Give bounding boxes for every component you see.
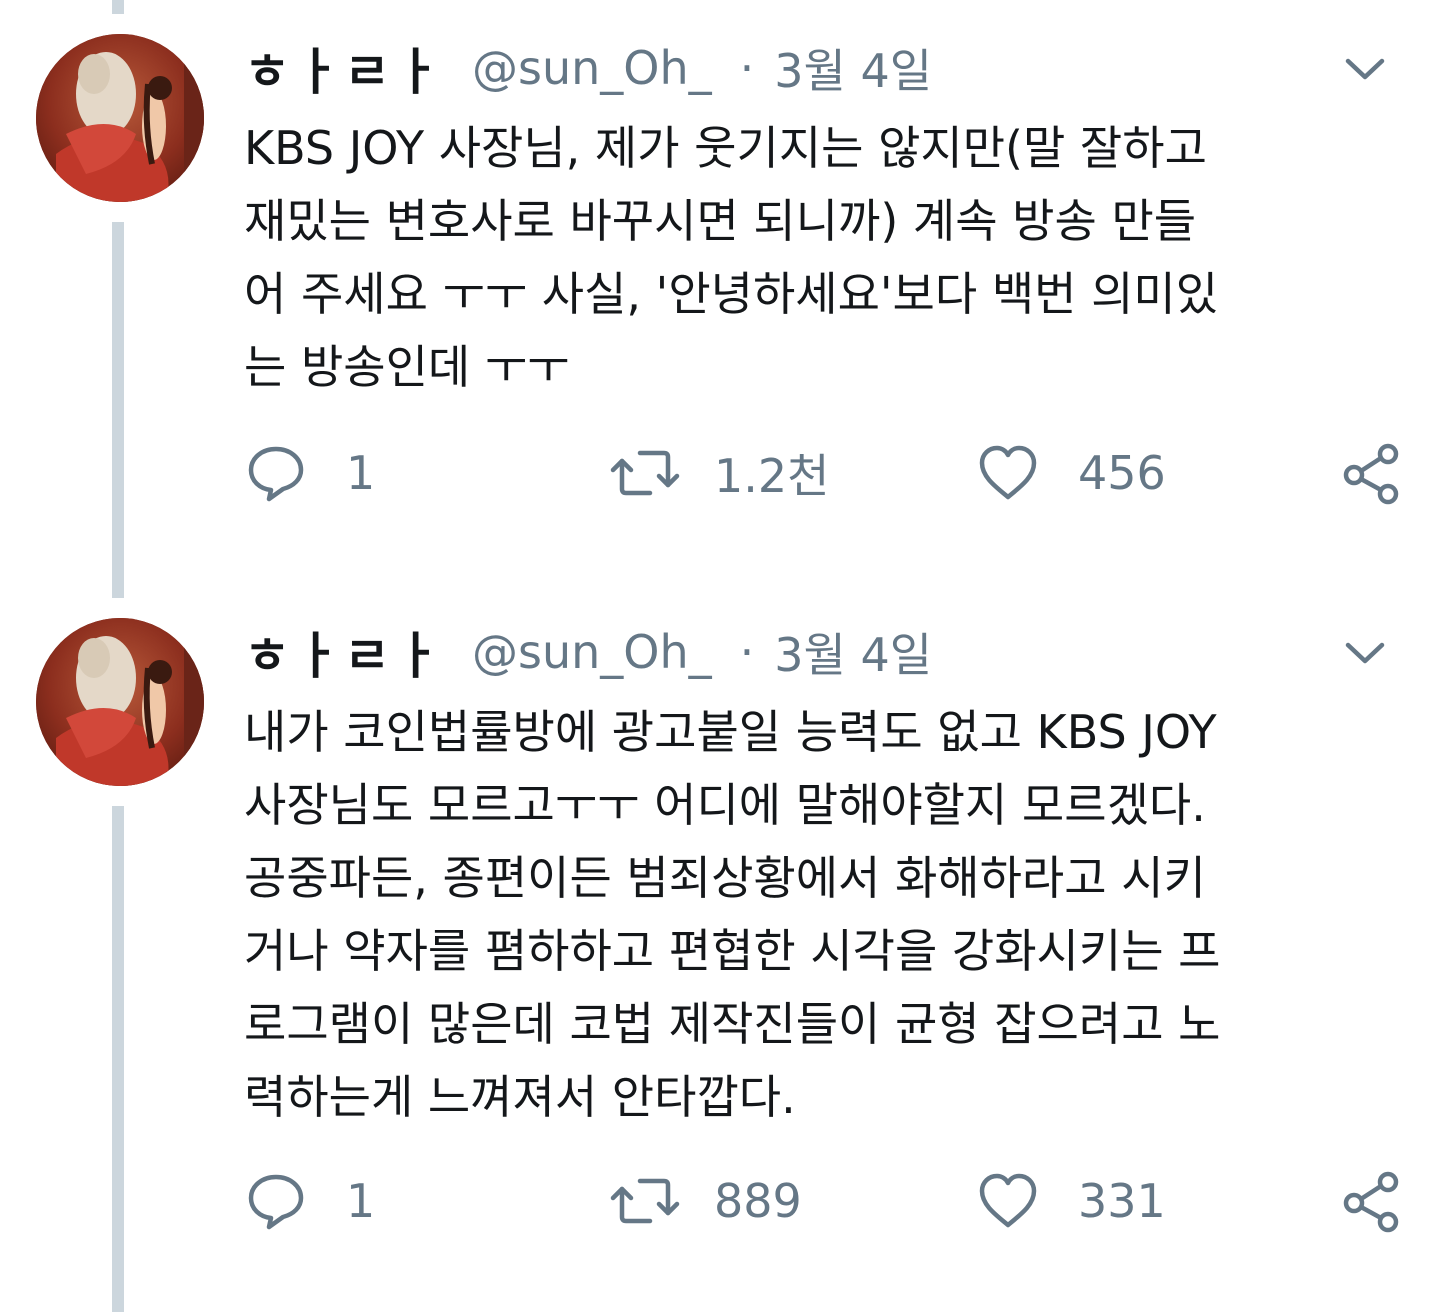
tweet-text-line: 내가 코인법률방에 광고붙일 능력도 없고 KBS JOY [244,705,1217,759]
retweet-icon [610,1178,680,1224]
reply-icon [248,1174,304,1230]
tweet-date[interactable]: 3월 4일 [774,35,932,101]
tweet-text-line: KBS JOY 사장님, 제가 웃기지는 않지만(말 잘하고 [244,121,1207,175]
tweet-text: 내가 코인법률방에 광고붙일 능력도 없고 KBS JOY 사장님도 모르고ㅜㅜ… [244,696,1414,1134]
reply-button[interactable]: 1 [244,438,375,508]
avatar-image [36,618,204,786]
chevron-down-icon[interactable] [1342,630,1388,676]
reply-icon [248,446,304,502]
tweet-text-line: 력하는게 느껴져서 안타깝다. [244,1070,796,1124]
retweet-button[interactable]: 1.2천 [610,438,829,508]
tweet: ㅎㅏㄹㅏ @sun_Oh_ · 3월 4일 내가 코인법률방에 광고붙일 능력도… [0,600,1440,1312]
avatar[interactable] [36,34,204,202]
avatar[interactable] [36,618,204,786]
avatar-image [36,34,204,202]
tweet-text-line: 어 주세요 ㅜㅜ 사실, '안녕하세요'보다 백번 의미있 [244,267,1219,321]
tweet-actions: 1 1.2천 456 [244,438,1404,508]
like-count: 331 [1078,1174,1166,1228]
tweet-header: ㅎㅏㄹㅏ @sun_Oh_ · 3월 4일 [244,612,932,692]
like-button[interactable]: 456 [976,438,1166,508]
user-handle[interactable]: @sun_Oh_ [472,41,712,95]
separator-dot: · [739,41,755,95]
like-icon [979,1173,1037,1228]
share-button[interactable] [1340,438,1404,508]
retweet-button[interactable]: 889 [610,1166,802,1236]
retweet-count: 1.2천 [714,449,830,503]
like-count: 456 [1078,446,1166,500]
tweet-text-line: 공중파든, 종편이든 범죄상황에서 화해하라고 시키 [244,851,1206,905]
display-name[interactable]: ㅎㅏㄹㅏ [244,616,444,688]
tweet-text-line: 는 방송인데 ㅜㅜ [244,340,570,394]
separator-dot: · [739,625,755,679]
reply-count: 1 [346,446,376,500]
share-button[interactable] [1340,1166,1404,1236]
reply-count: 1 [346,1174,376,1228]
like-icon [979,445,1037,500]
retweet-count: 889 [714,1174,802,1228]
like-button[interactable]: 331 [976,1166,1166,1236]
tweet-date[interactable]: 3월 4일 [774,619,932,685]
tweet-text-line: 거나 약자를 폄하하고 편협한 시각을 강화시키는 프 [244,924,1221,978]
reply-button[interactable]: 1 [244,1166,375,1236]
tweet-header: ㅎㅏㄹㅏ @sun_Oh_ · 3월 4일 [244,28,932,108]
tweet-text-line: 로그램이 많은데 코법 제작진들이 균형 잡으려고 노 [244,997,1221,1051]
chevron-down-icon[interactable] [1342,46,1388,92]
tweet-text: KBS JOY 사장님, 제가 웃기지는 않지만(말 잘하고 재밌는 변호사로 … [244,112,1414,404]
tweet-text-line: 사장님도 모르고ㅜㅜ 어디에 말해야할지 모르겠다. [244,778,1206,832]
tweet-text-line: 재밌는 변호사로 바꾸시면 되니까) 계속 방송 만들 [244,194,1197,248]
tweet: ㅎㅏㄹㅏ @sun_Oh_ · 3월 4일 KBS JOY 사장님, 제가 웃기… [0,0,1440,600]
share-icon [1343,443,1399,505]
tweet-actions: 1 889 331 [244,1166,1404,1236]
user-handle[interactable]: @sun_Oh_ [472,625,712,679]
share-icon [1343,1171,1399,1233]
display-name[interactable]: ㅎㅏㄹㅏ [244,32,444,104]
retweet-icon [610,450,680,496]
